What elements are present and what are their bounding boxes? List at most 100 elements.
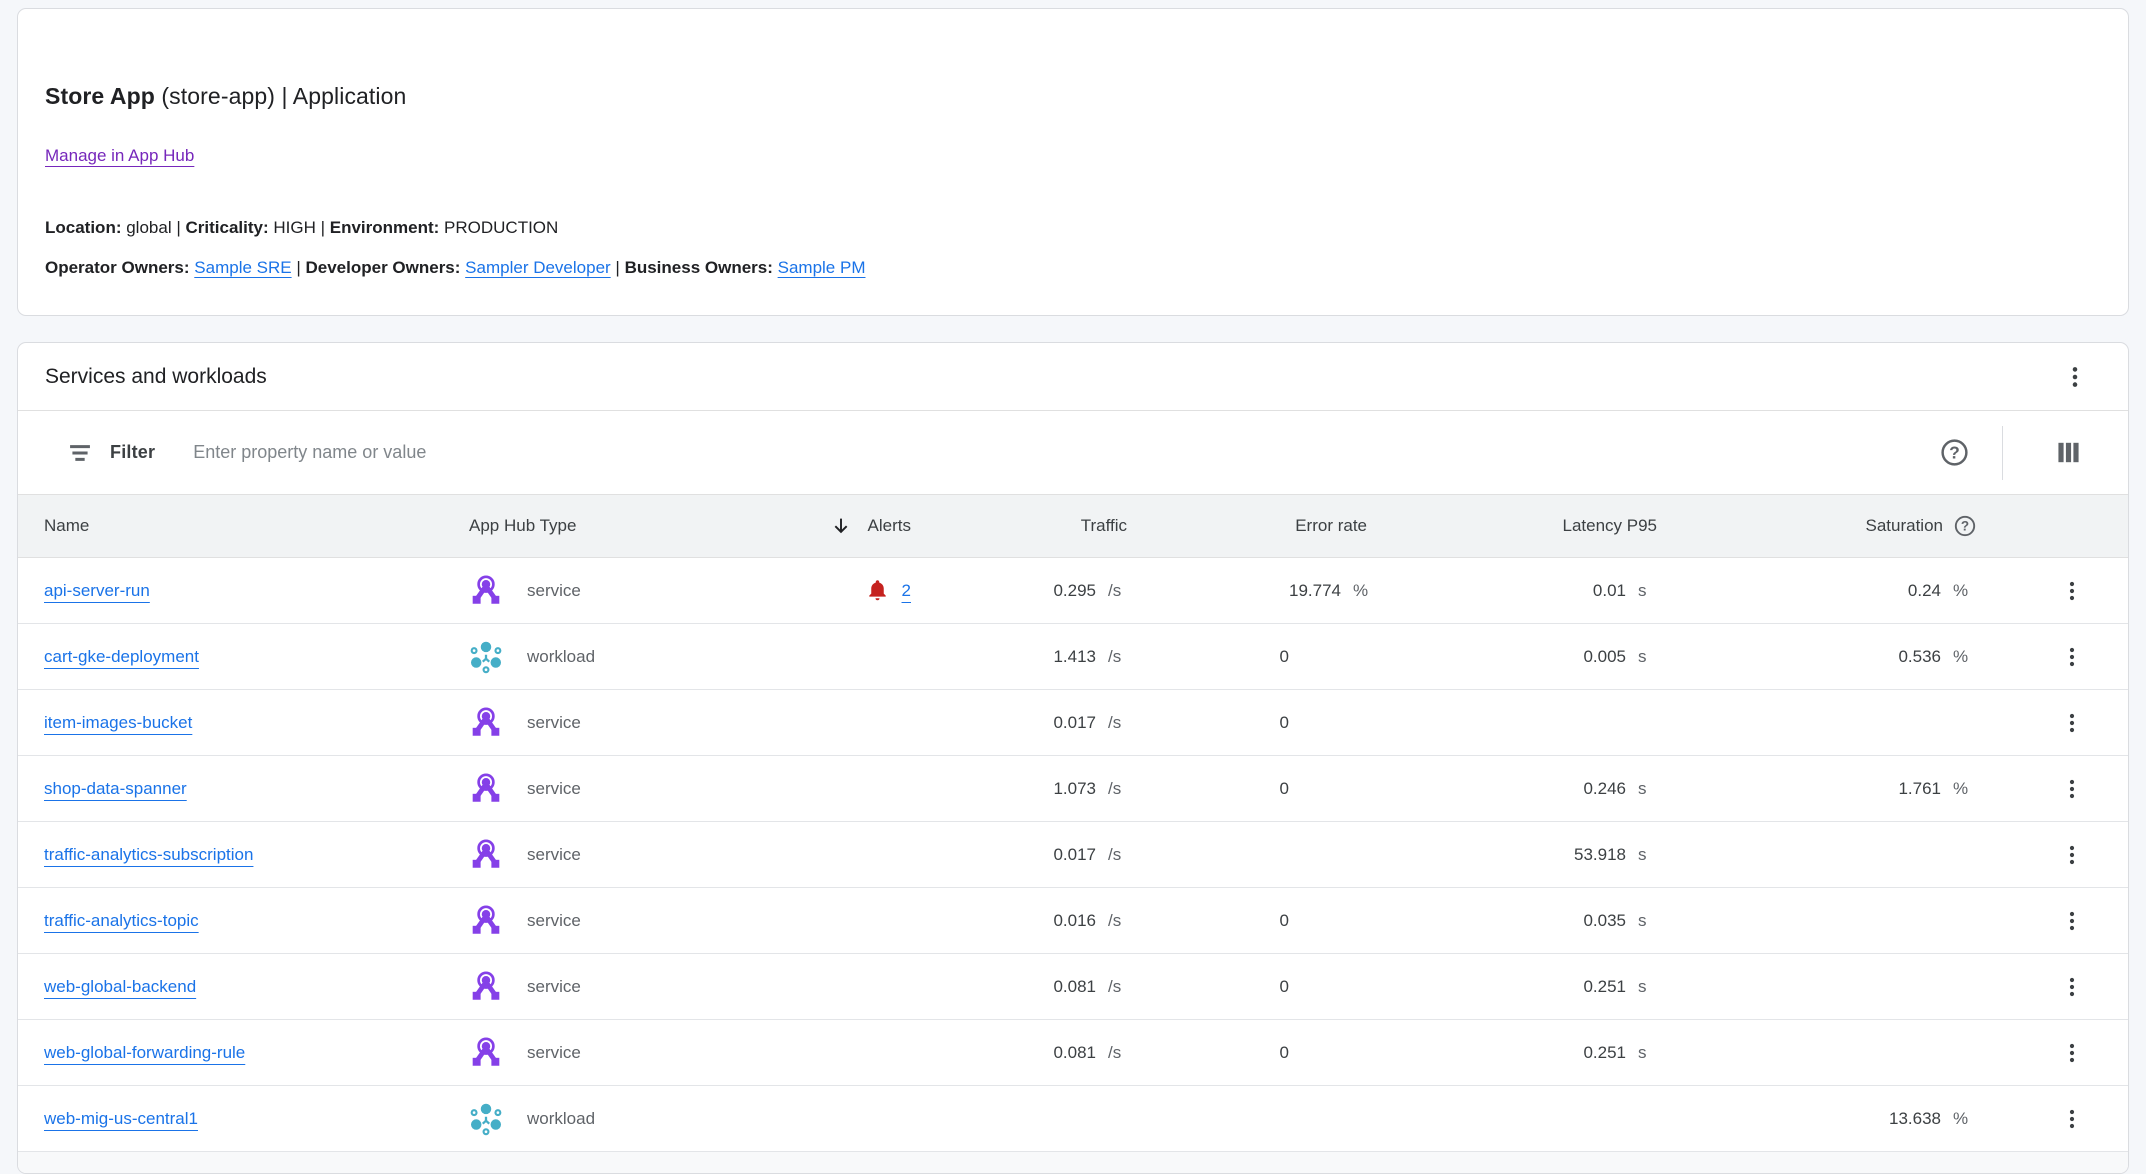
app-name: Store App <box>45 83 155 109</box>
more-actions-icon <box>2062 364 2088 390</box>
row-actions-button[interactable] <box>2056 1037 2088 1069</box>
traffic-unit: /s <box>1096 1043 1141 1063</box>
owner-link[interactable]: Sample SRE <box>194 258 291 277</box>
traffic-unit: /s <box>1096 713 1141 733</box>
service-icon <box>469 904 503 938</box>
panel-more-actions-button[interactable] <box>2058 360 2092 394</box>
app-hub-type-label: workload <box>527 647 595 667</box>
row-actions-button[interactable] <box>2056 773 2088 805</box>
row-actions-button[interactable] <box>2056 575 2088 607</box>
services-and-workloads-panel: Services and workloads Filter Name App H… <box>17 342 2129 1174</box>
table-row: traffic-analytics-topic service 0.016/s … <box>18 888 2128 954</box>
separator: | <box>292 258 306 277</box>
latency-cell: 53.918s <box>1381 845 1671 865</box>
saturation-unit: % <box>1941 647 1991 667</box>
row-actions-button[interactable] <box>2056 971 2088 1003</box>
latency-unit: s <box>1626 977 1671 997</box>
saturation-unit: % <box>1941 581 1991 601</box>
service-name-link[interactable]: web-global-backend <box>44 977 196 996</box>
column-display-button[interactable] <box>2049 433 2088 472</box>
table-row: shop-data-spanner service 1.073/s 0 0.24… <box>18 756 2128 822</box>
app-hub-type-label: service <box>527 779 581 799</box>
service-name-link[interactable]: item-images-bucket <box>44 713 192 732</box>
row-actions-button[interactable] <box>2056 839 2088 871</box>
separator: | <box>172 218 186 237</box>
service-icon <box>469 706 503 740</box>
traffic-value: 0.295 <box>916 581 1096 601</box>
service-name-link[interactable]: cart-gke-deployment <box>44 647 199 666</box>
table-row: web-global-forwarding-rule service 0.081… <box>18 1020 2128 1086</box>
latency-value: 0.251 <box>1381 1043 1626 1063</box>
service-name-link[interactable]: shop-data-spanner <box>44 779 187 798</box>
app-hub-type-label: workload <box>527 1109 595 1129</box>
filter-bar: Filter <box>18 411 2128 495</box>
latency-value: 53.918 <box>1381 845 1626 865</box>
filter-label[interactable]: Filter <box>110 442 155 463</box>
more-actions-icon <box>2060 579 2084 603</box>
traffic-unit: /s <box>1096 977 1141 997</box>
column-header-error-rate[interactable]: Error rate <box>1141 516 1381 536</box>
column-header-app-hub-type[interactable]: App Hub Type <box>461 516 796 536</box>
column-header-name[interactable]: Name <box>44 516 461 536</box>
latency-unit: s <box>1626 779 1671 799</box>
row-actions-button[interactable] <box>2056 641 2088 673</box>
workload-icon <box>469 640 503 674</box>
service-name-link[interactable]: traffic-analytics-subscription <box>44 845 253 864</box>
alert-bell-icon <box>865 578 890 603</box>
alerts-header-label: Alerts <box>868 516 911 536</box>
saturation-cell: 0.536% <box>1671 647 1991 667</box>
column-header-traffic[interactable]: Traffic <box>916 516 1141 536</box>
traffic-value: 0.017 <box>916 845 1096 865</box>
saturation-unit: % <box>1941 1109 1991 1129</box>
table-body: api-server-run service 2 0.295/s 19.774%… <box>18 558 2128 1152</box>
service-icon <box>469 574 503 608</box>
traffic-cell: 0.295/s <box>916 581 1141 601</box>
panel-header: Services and workloads <box>18 343 2128 411</box>
owner-link[interactable]: Sampler Developer <box>465 258 611 277</box>
service-name-link[interactable]: traffic-analytics-topic <box>44 911 199 930</box>
app-hub-type-label: service <box>527 713 581 733</box>
divider <box>2002 426 2003 480</box>
column-header-alerts[interactable]: Alerts <box>796 515 916 537</box>
app-hub-type-label: service <box>527 911 581 931</box>
table-row: item-images-bucket service 0.017/s 0 <box>18 690 2128 756</box>
more-actions-icon <box>2060 975 2084 999</box>
latency-value: 0.246 <box>1381 779 1626 799</box>
latency-cell: 0.246s <box>1381 779 1671 799</box>
table-row: api-server-run service 2 0.295/s 19.774%… <box>18 558 2128 624</box>
latency-value: 0.251 <box>1381 977 1626 997</box>
traffic-cell: 0.081/s <box>916 977 1141 997</box>
latency-unit: s <box>1626 911 1671 931</box>
alert-count-link[interactable]: 2 <box>902 581 911 601</box>
owner-link[interactable]: Sample PM <box>778 258 866 277</box>
column-header-latency-p95[interactable]: Latency P95 <box>1381 516 1671 536</box>
row-actions-button[interactable] <box>2056 1103 2088 1135</box>
table-header-row: Name App Hub Type Alerts Traffic Error r… <box>18 495 2128 558</box>
latency-cell: 0.005s <box>1381 647 1671 667</box>
error-rate-value: 0 <box>1141 713 1341 733</box>
traffic-cell: 1.073/s <box>916 779 1141 799</box>
more-actions-icon <box>2060 1041 2084 1065</box>
service-name-link[interactable]: web-mig-us-central1 <box>44 1109 198 1128</box>
panel-title: Services and workloads <box>45 365 267 389</box>
app-hub-type-label: service <box>527 977 581 997</box>
manage-in-app-hub-link[interactable]: Manage in App Hub <box>45 146 194 166</box>
error-rate-value: 0 <box>1141 1043 1341 1063</box>
error-rate-value: 0 <box>1141 977 1341 997</box>
filter-input[interactable] <box>191 441 1935 464</box>
service-icon <box>469 970 503 1004</box>
traffic-value: 0.081 <box>916 977 1096 997</box>
error-rate-value: 19.774 <box>1141 581 1341 601</box>
filter-help-button[interactable] <box>1935 433 1974 472</box>
table-row: web-global-backend service 0.081/s 0 0.2… <box>18 954 2128 1020</box>
saturation-cell: 0.24% <box>1671 581 1991 601</box>
service-name-link[interactable]: api-server-run <box>44 581 150 600</box>
latency-unit: s <box>1626 1043 1671 1063</box>
row-actions-button[interactable] <box>2056 905 2088 937</box>
column-display-icon <box>2053 437 2084 468</box>
app-hub-type-label: service <box>527 845 581 865</box>
row-actions-button[interactable] <box>2056 707 2088 739</box>
saturation-help-icon[interactable] <box>1953 514 1977 538</box>
column-header-saturation[interactable]: Saturation <box>1671 514 1991 538</box>
service-name-link[interactable]: web-global-forwarding-rule <box>44 1043 245 1062</box>
